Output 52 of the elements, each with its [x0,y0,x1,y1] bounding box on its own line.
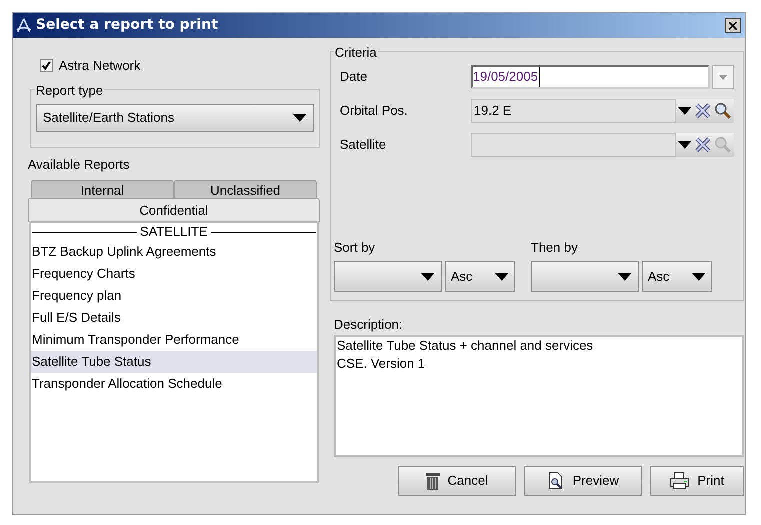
app-logo-icon [16,18,32,34]
list-item[interactable]: Frequency plan [31,285,317,307]
trash-icon [426,472,440,490]
tab[interactable]: Internal [31,180,174,200]
dropdown-arrow-icon [692,272,706,280]
description-text: CSE. Version 1 [337,354,426,372]
dropdown-arrow-icon [718,74,728,80]
dropdown-arrow-icon [678,141,692,149]
checkbox-label: Astra Network [59,57,141,75]
window-title: Select a report to print [36,16,218,35]
printer-icon [670,472,690,490]
sort-order-dropdown[interactable]: Asc [642,261,712,292]
check-icon [42,61,51,70]
field-label: Date [340,68,368,86]
tab[interactable]: Unclassified [174,180,317,200]
dropdown-arrow-icon [293,114,307,122]
sort-label: Then by [531,238,579,257]
dropdown-arrow-icon [495,272,509,280]
document-preview-icon [546,472,565,490]
date-field[interactable]: 19/05/2005 [471,65,710,89]
print-button[interactable]: Print [650,466,744,496]
close-button[interactable] [725,18,741,33]
lookup-field[interactable] [471,133,676,157]
list-item[interactable]: Satellite Tube Status [31,351,317,373]
list-item[interactable]: Frequency Charts [31,263,317,285]
report-type-dropdown[interactable]: Satellite/Earth Stations [36,104,314,132]
dropdown-arrow-icon [678,107,692,115]
cancel-button[interactable]: Cancel [398,466,516,496]
sort-label: Sort by [334,238,376,257]
field-label: Orbital Pos. [340,102,409,120]
preview-button[interactable]: Preview [524,466,642,496]
sort-order-dropdown[interactable]: Asc [445,261,515,292]
dropdown-arrow-icon [421,272,435,280]
clear-icon[interactable] [694,137,712,153]
search-icon[interactable] [714,102,732,120]
field-label: Satellite [340,136,388,154]
clear-icon[interactable] [694,103,712,119]
list-item[interactable]: Full E/S Details [31,307,317,329]
lookup-field[interactable]: 19.2 E [471,99,676,123]
description-label: Description: [334,316,404,334]
list-item[interactable]: Transponder Allocation Schedule [31,373,317,395]
close-icon [729,22,737,30]
list-item[interactable]: BTZ Backup Uplink Agreements [31,241,317,263]
dropdown-arrow-icon [618,272,632,280]
sort-field-dropdown[interactable] [531,261,639,292]
sort-field-dropdown[interactable] [334,261,442,292]
tab[interactable]: Confidential [28,198,320,222]
list-header: SATELLITE [139,223,209,242]
checkbox[interactable] [40,59,53,72]
description-text: Satellite Tube Status + channel and services [337,336,594,354]
section-label: Available Reports [28,156,131,174]
list-item[interactable]: Minimum Transponder Performance [31,329,317,351]
